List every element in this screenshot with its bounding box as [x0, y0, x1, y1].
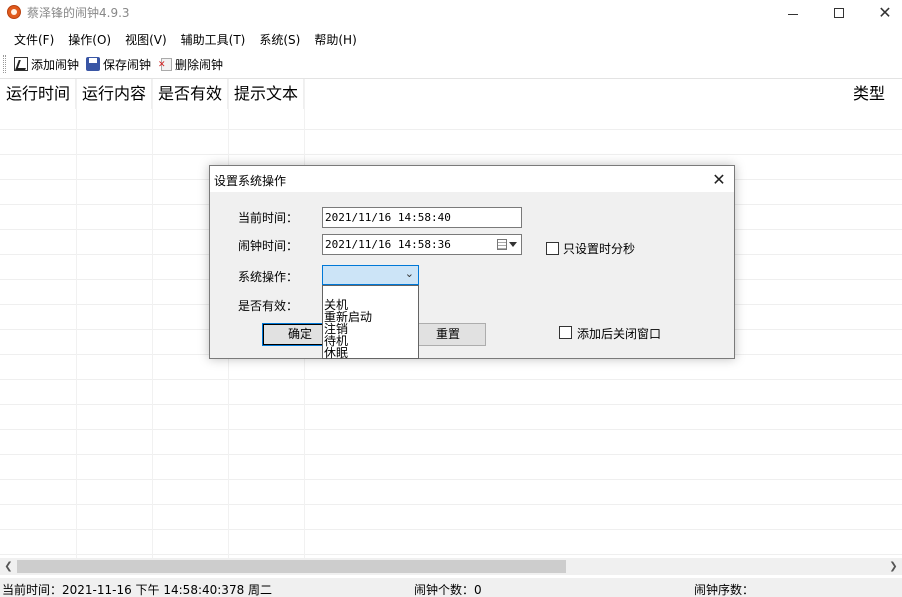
enabled-label: 是否有效： — [238, 299, 299, 313]
save-alarm-label: 保存闹钟 — [103, 57, 152, 72]
chevron-down-icon: ⌄ — [404, 267, 414, 280]
alarm-time-label: 闹钟时间： — [238, 239, 299, 253]
save-disk-icon — [86, 57, 101, 71]
dialog-title-bar: 设置系统操作 ✕ — [210, 166, 734, 192]
only-hms-checkbox[interactable] — [546, 242, 559, 255]
minimize-button[interactable] — [770, 0, 816, 26]
status-alarm-count: 闹钟个数：0 — [414, 583, 482, 597]
current-time-field[interactable]: 2021/11/16 14:58:40 — [322, 207, 522, 228]
calendar-dropdown-button[interactable] — [497, 237, 519, 252]
menu-file[interactable]: 文件(F) — [7, 30, 61, 50]
status-bar: 当前时间：2021-11-16 下午 14:58:40:378 周二 闹钟个数：… — [0, 578, 902, 597]
add-alarm-button[interactable]: 添加闹钟 — [12, 54, 84, 74]
close-icon: ✕ — [878, 3, 892, 22]
maximize-button[interactable] — [816, 0, 862, 26]
toolbar-grip[interactable] — [3, 55, 6, 73]
toolbar: 添加闹钟 保存闹钟 删除闹钟 — [0, 52, 902, 76]
title-bar: 蔡泽锋的闹钟4.9.3 ✕ — [0, 0, 902, 26]
column-header-enabled[interactable]: 是否有效 — [152, 79, 228, 109]
menu-help[interactable]: 帮助(H) — [307, 30, 363, 50]
close-window-button[interactable]: ✕ — [862, 0, 902, 26]
close-after-add-checkbox[interactable] — [559, 326, 572, 339]
status-alarm-index: 闹钟序数： — [694, 583, 755, 597]
chevron-down-icon — [509, 242, 517, 247]
scroll-right-arrow-icon[interactable]: ❯ — [885, 558, 902, 575]
minimize-icon — [788, 13, 798, 15]
delete-document-icon — [158, 57, 173, 71]
maximize-icon — [834, 8, 844, 18]
system-operation-label: 系统操作： — [238, 270, 299, 284]
add-alarm-label: 添加闹钟 — [31, 57, 80, 72]
menu-tools[interactable]: 辅助工具(T) — [174, 30, 253, 50]
horizontal-scrollbar[interactable]: ❮ ❯ — [0, 558, 902, 575]
close-after-add-label: 添加后关闭窗口 — [577, 327, 662, 341]
reset-button[interactable]: 重置 — [410, 323, 486, 346]
option-hibernate[interactable]: 休眠 — [324, 347, 348, 359]
column-header-prompt-text[interactable]: 提示文本 — [228, 79, 304, 109]
column-header-run-time[interactable]: 运行时间 — [0, 79, 76, 109]
list-header: 运行时间 运行内容 是否有效 提示文本 类型 — [0, 79, 902, 109]
menu-operation[interactable]: 操作(O) — [61, 30, 118, 50]
menu-view[interactable]: 视图(V) — [118, 30, 174, 50]
set-system-operation-dialog: 设置系统操作 ✕ 当前时间： 2021/11/16 14:58:40 闹钟时间：… — [209, 165, 735, 359]
dialog-close-button[interactable]: ✕ — [704, 166, 734, 192]
delete-alarm-label: 删除闹钟 — [175, 57, 224, 72]
system-operation-combobox[interactable]: ⌄ — [322, 265, 419, 285]
add-alarm-icon — [14, 57, 28, 71]
delete-alarm-button[interactable]: 删除闹钟 — [156, 54, 228, 74]
app-clock-icon — [7, 5, 21, 19]
only-hms-label: 只设置时分秒 — [563, 242, 636, 256]
system-operation-dropdown-list[interactable]: 关机 重新启动 注销 待机 休眠 — [322, 285, 419, 359]
grid-column-line — [76, 79, 77, 558]
close-icon: ✕ — [712, 169, 726, 189]
scroll-left-arrow-icon[interactable]: ❮ — [0, 558, 17, 575]
menu-bar: 文件(F) 操作(O) 视图(V) 辅助工具(T) 系统(S) 帮助(H) — [0, 30, 902, 50]
current-time-label: 当前时间： — [238, 211, 299, 225]
column-header-run-content[interactable]: 运行内容 — [76, 79, 152, 109]
calendar-icon — [497, 239, 507, 250]
alarm-time-value: 2021/11/16 14:58:36 — [325, 238, 451, 251]
column-header-type[interactable]: 类型 — [847, 79, 902, 109]
save-alarm-button[interactable]: 保存闹钟 — [84, 54, 156, 74]
window-title: 蔡泽锋的闹钟4.9.3 — [27, 6, 130, 20]
grid-column-line — [152, 79, 153, 558]
status-current-time: 当前时间：2021-11-16 下午 14:58:40:378 周二 — [2, 583, 273, 597]
dialog-title: 设置系统操作 — [214, 174, 287, 188]
alarm-time-picker[interactable]: 2021/11/16 14:58:36 — [322, 234, 522, 255]
menu-system[interactable]: 系统(S) — [252, 30, 307, 50]
scrollbar-thumb[interactable] — [17, 560, 566, 573]
